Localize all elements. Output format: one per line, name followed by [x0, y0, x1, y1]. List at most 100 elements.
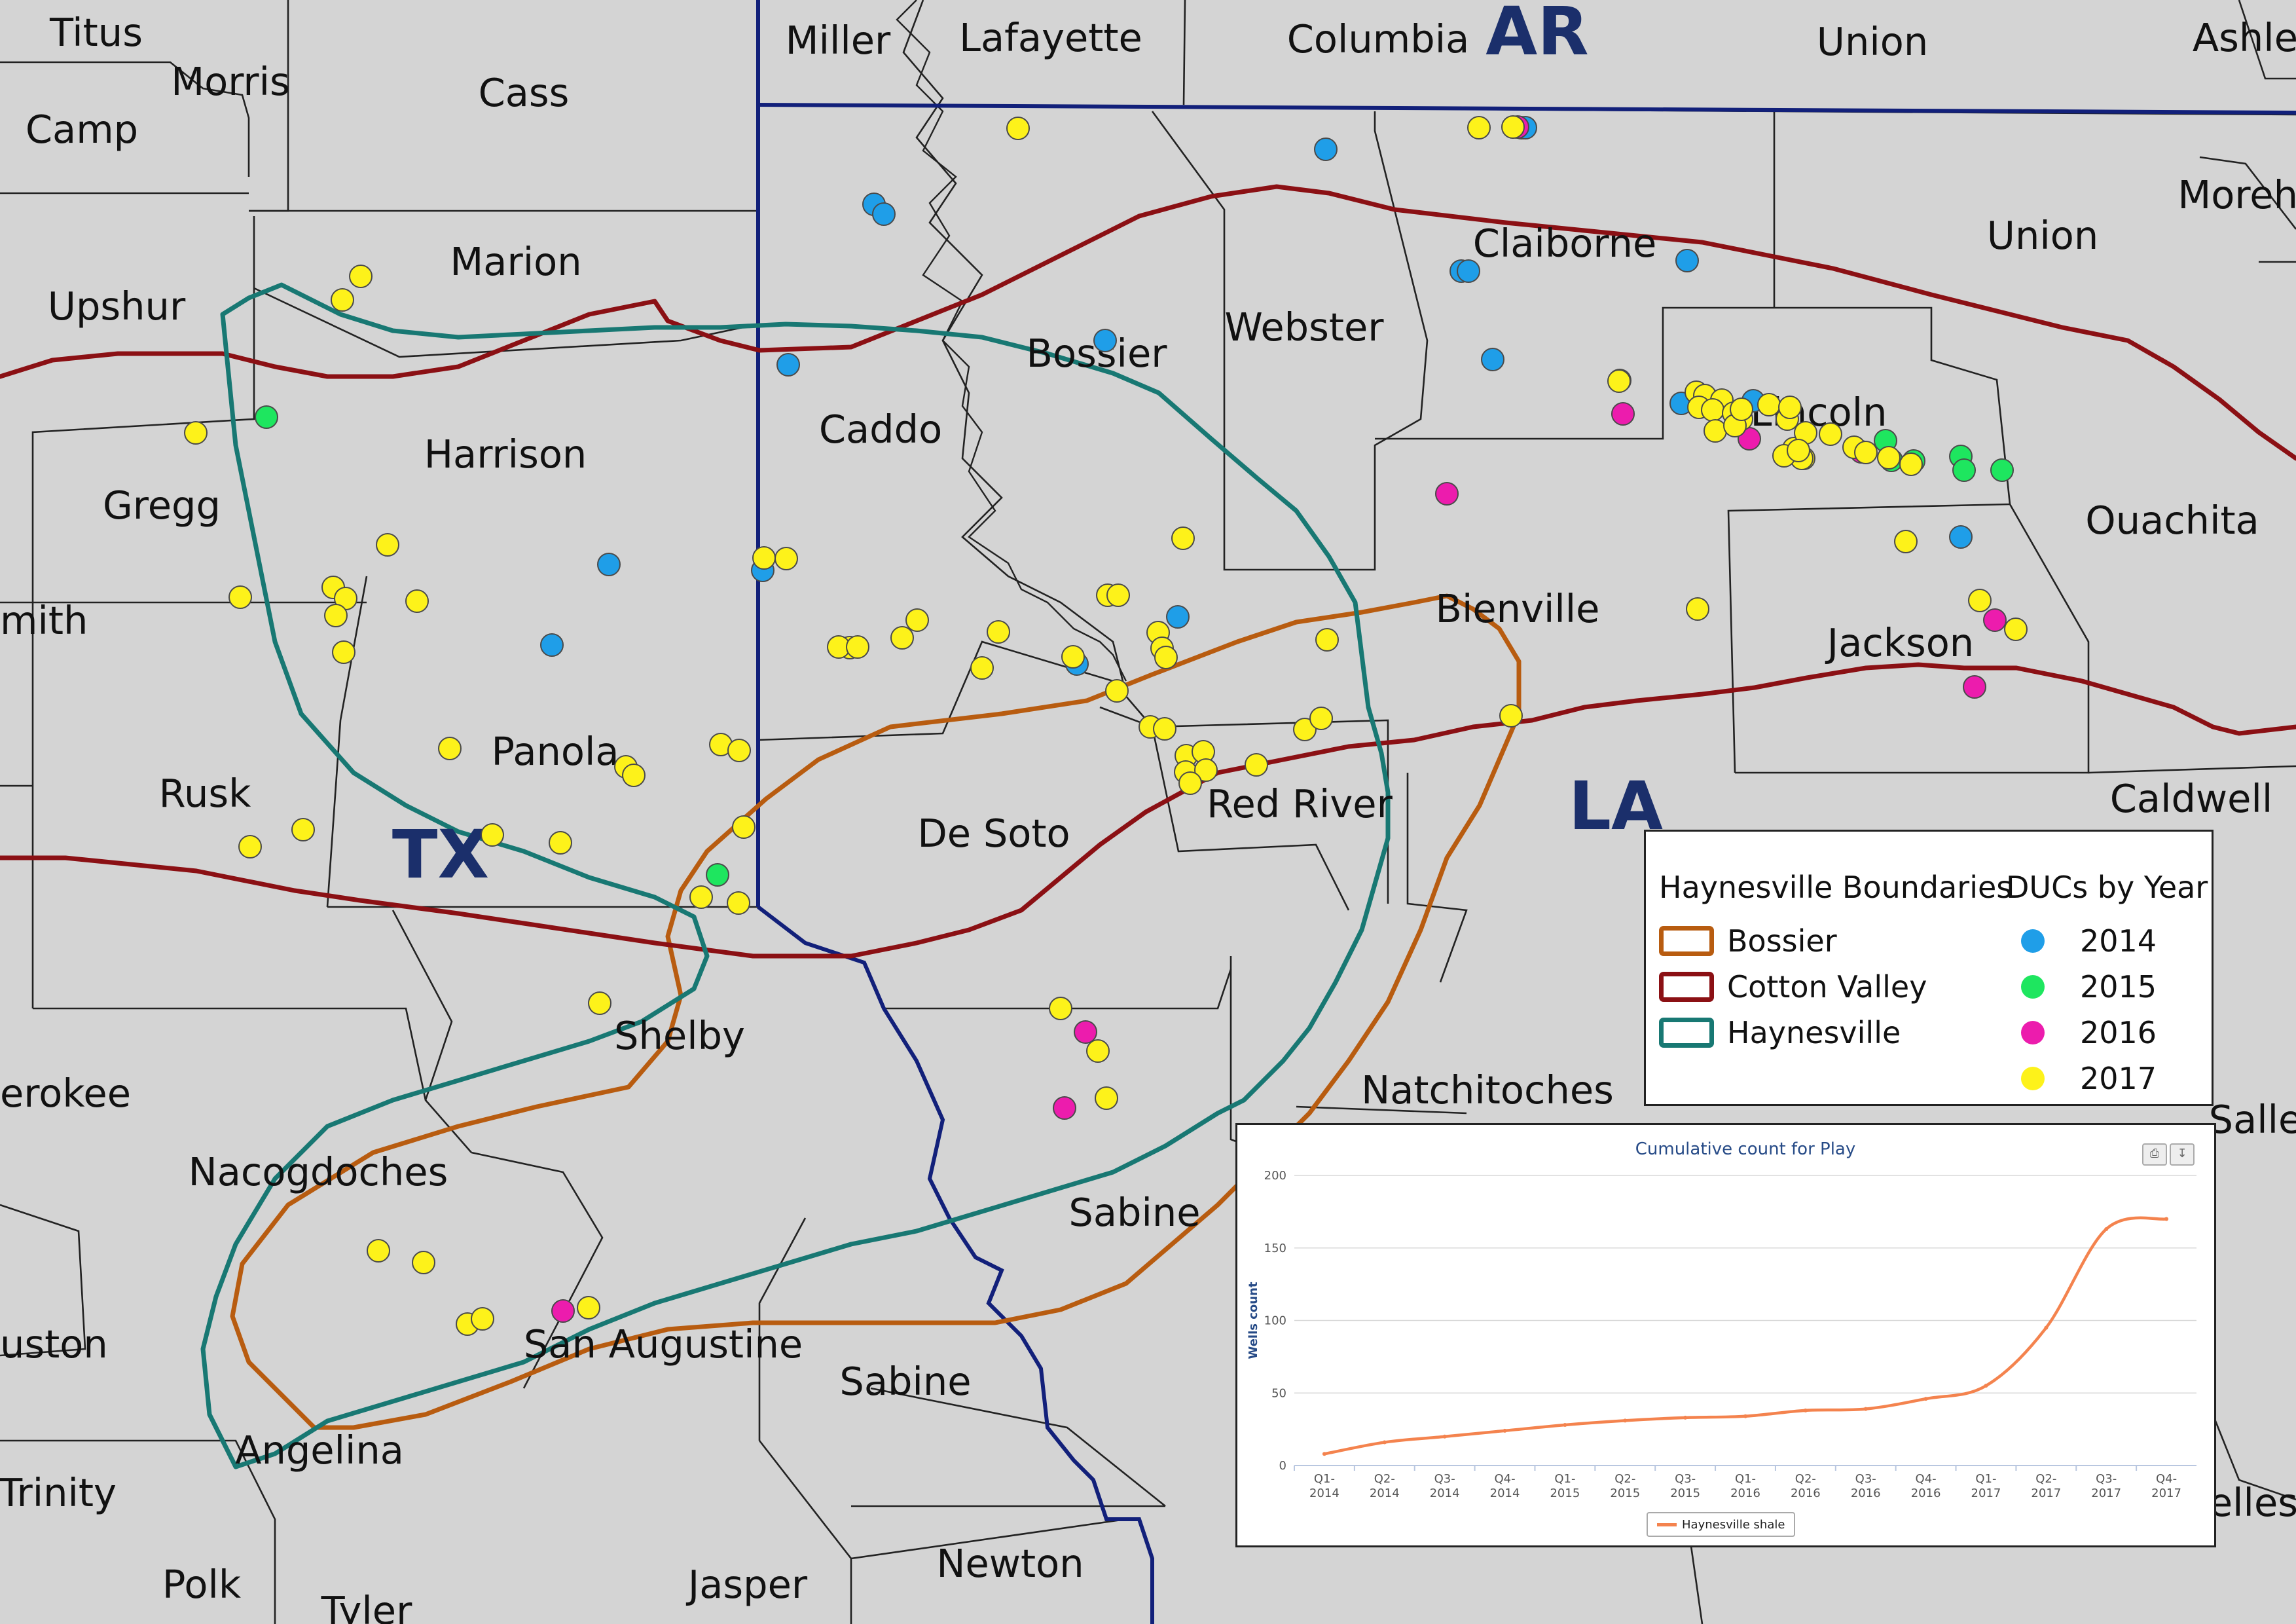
county-label-tyler: Tyler: [321, 1588, 412, 1624]
duc-well-2017-15: [774, 547, 798, 570]
duc-well-2016-8: [551, 1299, 575, 1323]
duc-well-2017-61: [367, 1239, 390, 1263]
county-label-smith: mith: [0, 598, 88, 643]
county-label-gregg: Gregg: [103, 483, 221, 528]
state-label-ar: AR: [1485, 0, 1588, 71]
legend-ducs-title: DUCs by Year: [2006, 870, 2208, 905]
county-label-sanaugustine: San Augustine: [524, 1321, 803, 1367]
duc-well-2017-37: [1178, 771, 1202, 795]
legend-label-haynesville: Haynesville: [1727, 1015, 1901, 1050]
legend-label-bossier: Bossier: [1727, 923, 1837, 959]
legend-item-haynesville: Haynesville: [1659, 1013, 1901, 1052]
y-tick-0: 0: [1279, 1459, 1286, 1473]
duc-well-2017-82: [1877, 446, 1901, 470]
duc-well-2017-19: [905, 608, 929, 632]
duc-well-2017-58: [1499, 704, 1523, 728]
duc-well-2015-7: [1952, 458, 1976, 482]
duc-well-2017-60: [1607, 369, 1631, 393]
duc-well-2017-48: [291, 818, 315, 841]
legend-item-2016: 2016: [2021, 1013, 2157, 1052]
duc-well-2017-80: [1819, 422, 1842, 446]
duc-well-2014-6: [1457, 259, 1480, 283]
county-label-miller: Miller: [786, 18, 891, 63]
legend-label-2017: 2017: [2080, 1061, 2157, 1096]
duc-well-2017-64: [471, 1307, 494, 1331]
duc-well-2017-79: [1778, 396, 1802, 419]
duc-well-2017-21: [987, 620, 1010, 644]
duc-well-2016-1: [1435, 482, 1459, 506]
series-point-Q3-2014: [1442, 1434, 1447, 1439]
x-tick-Q1-2016: Q1-2016: [1730, 1472, 1760, 1500]
duc-well-2017-90: [2004, 618, 2028, 641]
duc-well-2014-1: [872, 202, 896, 226]
duc-well-2014-11: [540, 633, 564, 657]
county-label-houston: uston: [0, 1321, 108, 1367]
county-label-sabine-la: Sabine: [1068, 1190, 1200, 1235]
duc-well-2017-7: [376, 533, 399, 557]
duc-well-2017-59: [1686, 597, 1709, 621]
county-label-cass: Cass: [479, 70, 570, 115]
duc-well-2016-6: [1074, 1020, 1097, 1044]
x-tick-Q3-2015: Q3-2015: [1670, 1472, 1700, 1500]
dot-2016: [2021, 1021, 2045, 1044]
series-line-0: [1322, 1216, 2168, 1456]
duc-well-2014-7: [1675, 249, 1699, 272]
x-tick-Q3-2014: Q3-2014: [1430, 1472, 1460, 1500]
county-label-jasper: Jasper: [685, 1562, 808, 1607]
legend-item-2015: 2015: [2021, 967, 2157, 1006]
chart-legend[interactable]: Haynesville shale: [1647, 1512, 1796, 1537]
county-label-ashley: Ashle: [2193, 15, 2296, 60]
legend-item-cotton-valley: Cotton Valley: [1659, 967, 1927, 1006]
legend-item-2014: 2014: [2021, 921, 2157, 961]
print-icon[interactable]: ⎙: [2142, 1143, 2167, 1166]
county-label-titus: Titus: [49, 10, 143, 55]
swatch-haynesville: [1659, 1018, 1714, 1048]
duc-well-2017-53: [727, 891, 750, 915]
duc-well-2017-89: [1968, 589, 1992, 612]
map-legend: Haynesville Boundaries DUCs by Year Boss…: [1644, 830, 2214, 1106]
duc-well-2017-26: [1061, 645, 1085, 669]
x-tick-Q2-2015: Q2-2015: [1610, 1472, 1640, 1500]
county-label-bienville: Bienville: [1436, 586, 1600, 631]
duc-well-2017-41: [1315, 628, 1339, 652]
series-point-Q2-2015: [1623, 1418, 1628, 1423]
duc-well-2017-3: [349, 265, 373, 288]
county-label-lafayette: Lafayette: [959, 15, 1142, 60]
county-label-upshur: Upshur: [48, 284, 186, 329]
duc-well-2017-22: [970, 656, 994, 680]
series-point-Q1-2016: [1743, 1414, 1747, 1418]
series-point-Q4-2016: [1923, 1397, 1928, 1401]
duc-well-2017-12: [405, 589, 429, 613]
county-label-camp: Camp: [26, 107, 138, 152]
series-point-Q2-2017: [2044, 1325, 2049, 1330]
duc-well-2017-11: [324, 604, 348, 627]
duc-well-2015-1: [706, 863, 729, 887]
duc-well-2017-1: [1467, 116, 1491, 139]
duc-well-2017-51: [732, 815, 756, 839]
duc-well-2017-78: [1757, 393, 1781, 416]
legend-label-2016: 2016: [2080, 1015, 2157, 1050]
series-point-Q4-2014: [1503, 1428, 1507, 1433]
legend-label-2014: 2014: [2080, 923, 2157, 959]
map-stage: Titus Morris Camp Cass Miller Lafayette Columb…: [0, 0, 2296, 1624]
chart-canvas: Cumulative count for Play 0 50 100 150 200 Wel…: [1247, 1139, 2196, 1500]
duc-well-2017-62: [412, 1251, 435, 1274]
duc-well-2014-19: [1949, 525, 1973, 549]
duc-well-2017-92: [1730, 397, 1753, 421]
dot-2017: [2021, 1067, 2045, 1090]
county-label-marion: Marion: [450, 239, 581, 284]
legend-item-2017: 2017: [2021, 1059, 2157, 1098]
county-label-harrison: Harrison: [424, 432, 587, 477]
duc-well-2017-25: [846, 635, 869, 659]
duc-well-2017-16: [1171, 526, 1195, 550]
duc-well-2017-57: [588, 991, 611, 1015]
duc-well-2017-88: [1894, 530, 1918, 553]
download-icon[interactable]: ↧: [2170, 1143, 2195, 1166]
duc-well-2015-0: [255, 405, 278, 429]
county-label-shelby: Shelby: [614, 1013, 745, 1058]
duc-well-2017-49: [481, 823, 504, 847]
series-point-Q1-2015: [1563, 1422, 1567, 1427]
county-label-sabine-tx: Sabine: [839, 1359, 971, 1404]
inset-chart: Cumulative count for Play 0 50 100 150 200 Wel…: [1235, 1123, 2216, 1547]
duc-well-2017-4: [331, 288, 354, 312]
